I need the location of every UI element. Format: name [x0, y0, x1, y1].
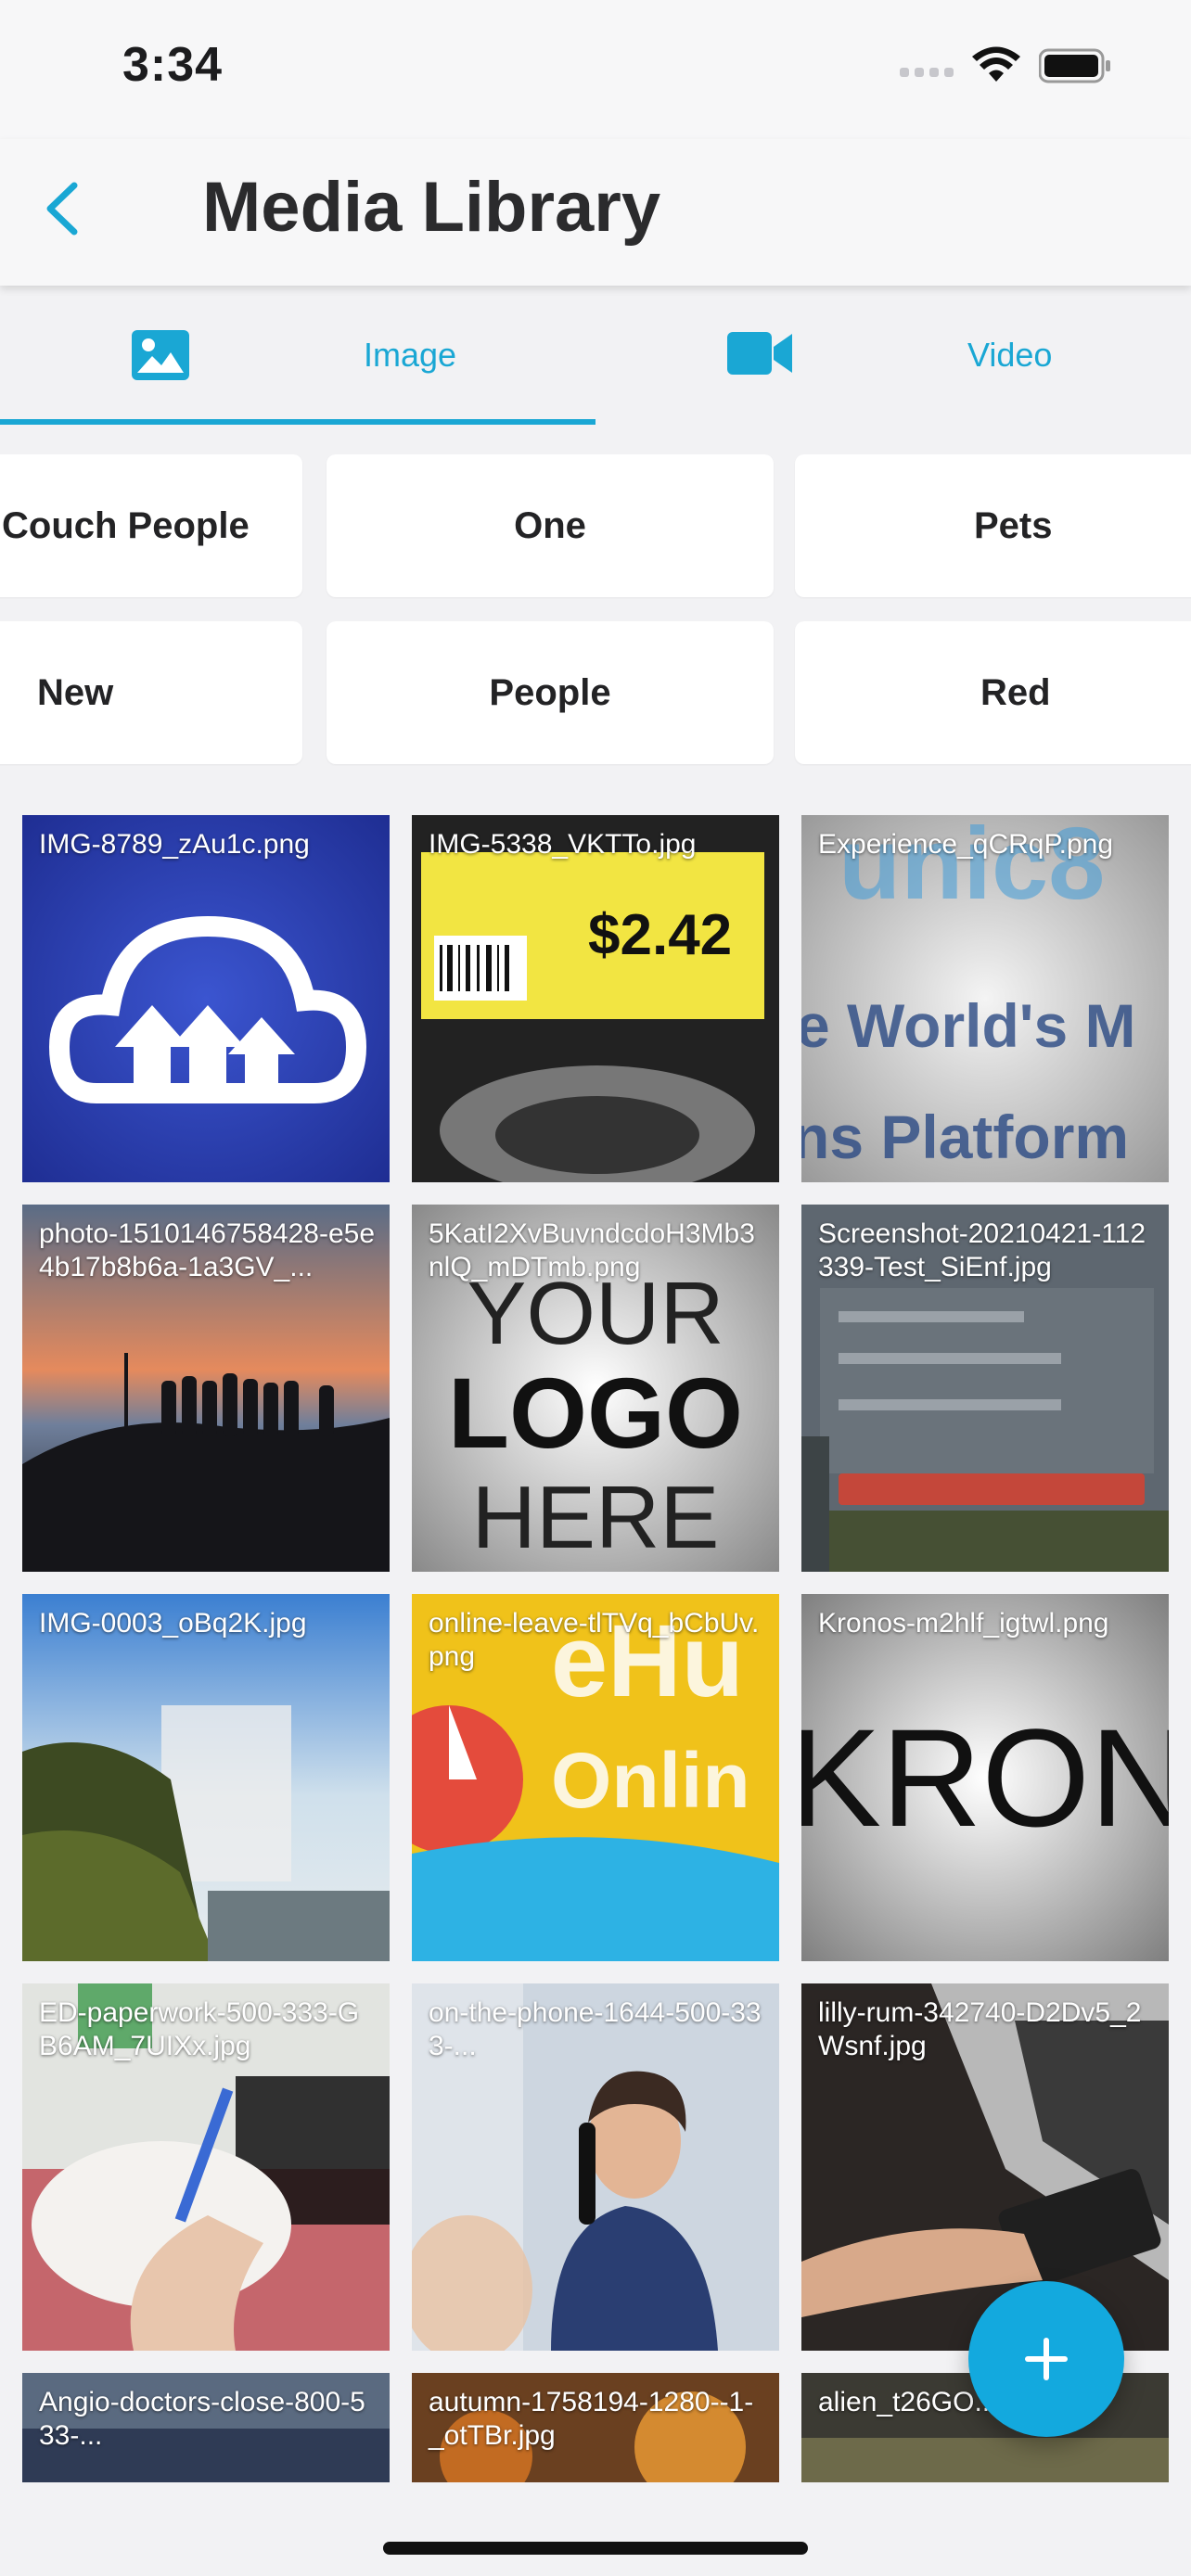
media-tile[interactable]: KRON Kronos-m2hlf_igtwl.png: [801, 1594, 1169, 1961]
media-tile[interactable]: $2.42 IMG-5338_VKTTo.jpg: [412, 815, 779, 1182]
media-filename: on-the-phone-1644-500-333-...: [429, 1997, 762, 2061]
thumbnail-image: KRON: [801, 1594, 1169, 1961]
media-filename: ED-paperwork-500-333-GB6AM_7UIXx.jpg: [39, 1997, 360, 2061]
thumbnail-image: unic8 e World's M ns Platform: [801, 815, 1169, 1182]
album-label: One: [514, 504, 586, 546]
album-chip[interactable]: Pets: [795, 454, 1191, 597]
media-tile[interactable]: IMG-8789_zAu1c.png: [22, 815, 390, 1182]
svg-text:HERE: HERE: [472, 1468, 720, 1567]
price-tag-text: $2.42: [588, 903, 732, 967]
thumbnail-image: $2.42: [412, 815, 779, 1182]
status-time: 3:34: [122, 38, 224, 92]
image-icon: [132, 330, 189, 380]
media-tile[interactable]: photo-1510146758428-e5e4b17b8b6a-1a3GV_.…: [22, 1205, 390, 1572]
media-tile[interactable]: YOUR LOGO HERE 5KatI2XvBuvndcdoH3Mb3nlQ_…: [412, 1205, 779, 1572]
tab-image[interactable]: Image: [0, 287, 596, 427]
media-tile[interactable]: lilly-rum-342740-D2Dv5_2Wsnf.jpg: [801, 1983, 1169, 2351]
media-filename: 5KatI2XvBuvndcdoH3Mb3nlQ_mDTmb.png: [429, 1218, 755, 1282]
nav-header: Media Library: [0, 139, 1191, 286]
album-label: Couch People: [2, 504, 250, 546]
media-filename: Experience_qCRqP.png: [818, 829, 1114, 860]
album-label: Pets: [974, 504, 1053, 546]
album-label: New: [37, 671, 114, 713]
add-media-button[interactable]: [968, 2281, 1124, 2437]
svg-text:Onlin: Onlin: [551, 1737, 750, 1824]
video-camera-icon: [727, 332, 792, 375]
tab-video-label: Video: [967, 336, 1053, 374]
media-filename: IMG-8789_zAu1c.png: [39, 829, 310, 860]
media-tile[interactable]: autumn-1758194-1280--1-_otTBr.jpg: [412, 2373, 779, 2482]
back-chevron-icon[interactable]: [35, 176, 91, 241]
media-filename: Angio-doctors-close-800-533-...: [39, 2387, 365, 2451]
status-bar: 3:34: [0, 0, 1191, 139]
media-filename: IMG-0003_oBq2K.jpg: [39, 1608, 307, 1639]
wifi-icon: [972, 46, 1020, 82]
cellular-signal-icon: [900, 65, 959, 82]
media-filename: Screenshot-20210421-112339-Test_SiEnf.jp…: [818, 1218, 1146, 1282]
svg-text:LOGO: LOGO: [448, 1357, 743, 1469]
album-chip[interactable]: People: [327, 621, 774, 764]
active-tab-indicator: [0, 419, 596, 425]
media-filename: autumn-1758194-1280--1-_otTBr.jpg: [429, 2387, 754, 2451]
album-chip[interactable]: New: [0, 621, 302, 764]
media-tile[interactable]: ED-paperwork-500-333-GB6AM_7UIXx.jpg: [22, 1983, 390, 2351]
media-filename: Kronos-m2hlf_igtwl.png: [818, 1608, 1109, 1639]
battery-icon: [1039, 48, 1110, 83]
home-indicator: [383, 2542, 808, 2555]
svg-text:e World's M: e World's M: [801, 991, 1136, 1060]
tab-image-label: Image: [364, 336, 457, 374]
plus-icon: [1025, 2338, 1068, 2380]
page-title: Media Library: [202, 168, 661, 247]
media-filename: lilly-rum-342740-D2Dv5_2Wsnf.jpg: [818, 1997, 1142, 2061]
svg-text:ns Platform: ns Platform: [801, 1103, 1129, 1171]
media-tile[interactable]: eHu Onlin online-leave-tlTVq_bCbUv.png: [412, 1594, 779, 1961]
media-tile[interactable]: Angio-doctors-close-800-533-...: [22, 2373, 390, 2482]
media-filename: photo-1510146758428-e5e4b17b8b6a-1a3GV_.…: [39, 1218, 376, 1282]
media-filename: IMG-5338_VKTTo.jpg: [429, 829, 697, 860]
media-tile[interactable]: unic8 e World's M ns Platform Experience…: [801, 815, 1169, 1182]
media-tile[interactable]: IMG-0003_oBq2K.jpg: [22, 1594, 390, 1961]
album-chip[interactable]: One: [327, 454, 774, 597]
album-chip[interactable]: Red: [795, 621, 1191, 764]
media-type-tabs: Image Video: [0, 287, 1191, 427]
thumbnail-image: [22, 1594, 390, 1961]
svg-text:KRON: KRON: [801, 1700, 1169, 1855]
album-label: Red: [980, 671, 1051, 713]
media-tile[interactable]: on-the-phone-1644-500-333-...: [412, 1983, 779, 2351]
album-label: People: [489, 671, 611, 713]
thumbnail-image: [22, 815, 390, 1182]
tab-video[interactable]: Video: [596, 287, 1191, 427]
media-tile[interactable]: Screenshot-20210421-112339-Test_SiEnf.jp…: [801, 1205, 1169, 1572]
media-filename: online-leave-tlTVq_bCbUv.png: [429, 1608, 760, 1672]
album-chip[interactable]: Couch People: [0, 454, 302, 597]
